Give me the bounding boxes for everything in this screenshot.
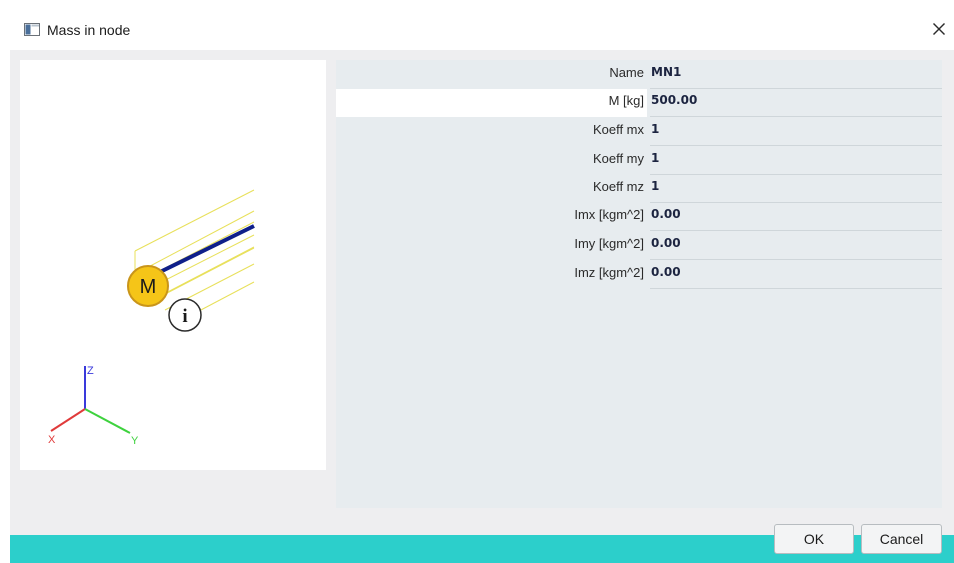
coordinate-axes-icon: Z X Y — [48, 365, 139, 447]
property-row-koeff-mz[interactable]: Koeff mz 1 — [336, 174, 942, 203]
close-button[interactable] — [926, 14, 952, 44]
property-row-koeff-my[interactable]: Koeff my 1 — [336, 146, 942, 175]
mass-in-node-dialog: Mass in node M i Z X Y Name MN1 M [kg] 5… — [0, 0, 954, 563]
axis-y-label: Y — [131, 435, 139, 447]
selected-row-highlight — [336, 89, 647, 117]
property-value[interactable]: 0.00 — [651, 265, 681, 279]
properties-panel: Name MN1 M [kg] 500.00 Koeff mx 1 Koeff … — [336, 60, 942, 508]
property-value[interactable]: 0.00 — [651, 207, 681, 221]
property-value[interactable]: 1 — [651, 122, 659, 136]
property-row-imy[interactable]: Imy [kgm^2] 0.00 — [336, 231, 942, 260]
property-label: M [kg] — [608, 93, 644, 108]
property-value[interactable]: 0.00 — [651, 236, 681, 250]
dialog-body: M i Z X Y Name MN1 M [kg] 500.00 Koeff m… — [10, 50, 954, 535]
title-bar: Mass in node — [10, 10, 954, 51]
cancel-button[interactable]: Cancel — [861, 524, 942, 554]
property-row-imz[interactable]: Imz [kgm^2] 0.00 — [336, 260, 942, 289]
mass-node-label: M — [140, 276, 157, 298]
info-icon: i — [168, 298, 202, 332]
window-title: Mass in node — [47, 22, 131, 38]
property-label: Koeff my — [592, 151, 644, 166]
property-label: Koeff mx — [592, 122, 644, 137]
beam-preview-drawing: M i Z X Y — [48, 189, 255, 447]
property-row-imx[interactable]: Imx [kgm^2] 0.00 — [336, 202, 942, 231]
axis-z-label: Z — [87, 365, 94, 377]
property-row-name[interactable]: Name MN1 — [336, 60, 942, 89]
property-label: Imy [kgm^2] — [574, 236, 644, 251]
property-row-mass[interactable]: M [kg] 500.00 — [336, 88, 942, 117]
mass-node-icon: M — [127, 265, 169, 307]
property-value[interactable]: 500.00 — [651, 93, 697, 107]
ok-button[interactable]: OK — [774, 524, 854, 554]
property-value[interactable]: MN1 — [651, 65, 681, 79]
property-label: Koeff mz — [592, 179, 644, 194]
row-divider — [650, 288, 942, 289]
property-value[interactable]: 1 — [651, 151, 659, 165]
property-label: Imz [kgm^2] — [574, 265, 644, 280]
window-app-icon — [24, 23, 40, 36]
info-icon-label: i — [182, 306, 187, 327]
property-label: Name — [609, 65, 644, 80]
property-row-koeff-mx[interactable]: Koeff mx 1 — [336, 117, 942, 146]
property-label: Imx [kgm^2] — [574, 207, 644, 222]
axis-x-label: X — [48, 434, 56, 446]
node-mass-preview: M i Z X Y — [20, 60, 326, 470]
close-icon — [933, 23, 945, 35]
beam-axis-line — [159, 224, 255, 274]
property-value[interactable]: 1 — [651, 179, 659, 193]
